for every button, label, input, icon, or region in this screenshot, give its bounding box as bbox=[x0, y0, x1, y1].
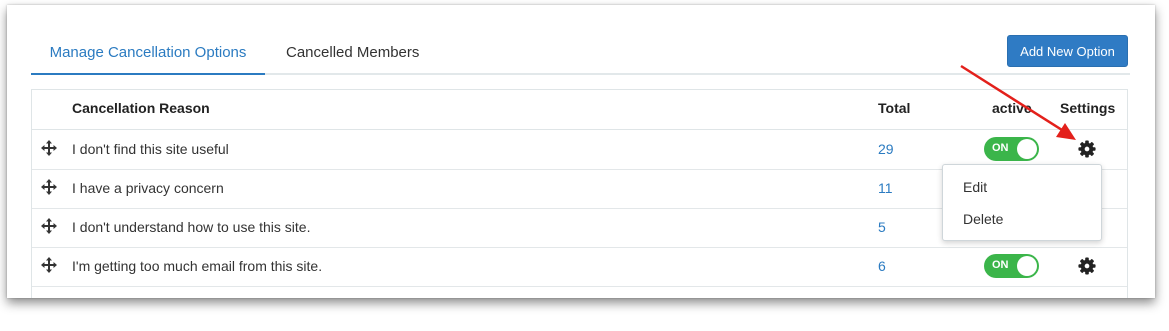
tab-cancelled-members[interactable]: Cancelled Members bbox=[286, 41, 419, 73]
toggle-state-label: ON bbox=[992, 142, 1009, 154]
total-count-link[interactable]: 29 bbox=[878, 141, 894, 157]
cancellation-reason: I don't find this site useful bbox=[72, 141, 229, 157]
table-header: Cancellation Reason Total active Setting… bbox=[32, 90, 1127, 130]
active-toggle[interactable]: ON bbox=[984, 254, 1039, 278]
move-icon[interactable] bbox=[40, 217, 58, 235]
cancellation-options-panel: Manage Cancellation Options Cancelled Me… bbox=[7, 5, 1155, 298]
move-icon[interactable] bbox=[40, 178, 58, 196]
settings-dropdown-menu: Edit Delete bbox=[942, 164, 1102, 241]
total-count-link[interactable]: 6 bbox=[878, 258, 886, 274]
add-new-option-button[interactable]: Add New Option bbox=[1007, 35, 1128, 67]
gear-icon[interactable] bbox=[1078, 257, 1096, 275]
toggle-knob bbox=[1017, 256, 1037, 276]
menu-item-delete[interactable]: Delete bbox=[963, 211, 1003, 227]
active-toggle[interactable]: ON bbox=[984, 137, 1039, 161]
toggle-knob bbox=[1017, 139, 1037, 159]
column-header-active: active bbox=[992, 100, 1032, 116]
total-count-link[interactable]: 5 bbox=[878, 219, 886, 235]
column-header-total: Total bbox=[878, 100, 911, 116]
toggle-state-label: ON bbox=[992, 259, 1009, 271]
tab-manage-cancellation-options[interactable]: Manage Cancellation Options bbox=[31, 41, 265, 75]
cancellation-reason: I have a privacy concern bbox=[72, 180, 224, 196]
column-header-settings: Settings bbox=[1060, 100, 1116, 116]
move-icon[interactable] bbox=[40, 256, 58, 274]
total-count-link[interactable]: 11 bbox=[878, 180, 893, 196]
column-header-reason: Cancellation Reason bbox=[72, 100, 210, 116]
menu-item-edit[interactable]: Edit bbox=[963, 179, 987, 195]
gear-icon[interactable] bbox=[1078, 140, 1096, 158]
cancellation-reason: I'm getting too much email from this sit… bbox=[72, 258, 323, 274]
move-icon[interactable] bbox=[40, 139, 58, 157]
table-row: I'm getting too much email from this sit… bbox=[32, 247, 1127, 287]
tab-bar: Manage Cancellation Options Cancelled Me… bbox=[31, 41, 1130, 75]
cancellation-reason: I don't understand how to use this site. bbox=[72, 219, 311, 235]
